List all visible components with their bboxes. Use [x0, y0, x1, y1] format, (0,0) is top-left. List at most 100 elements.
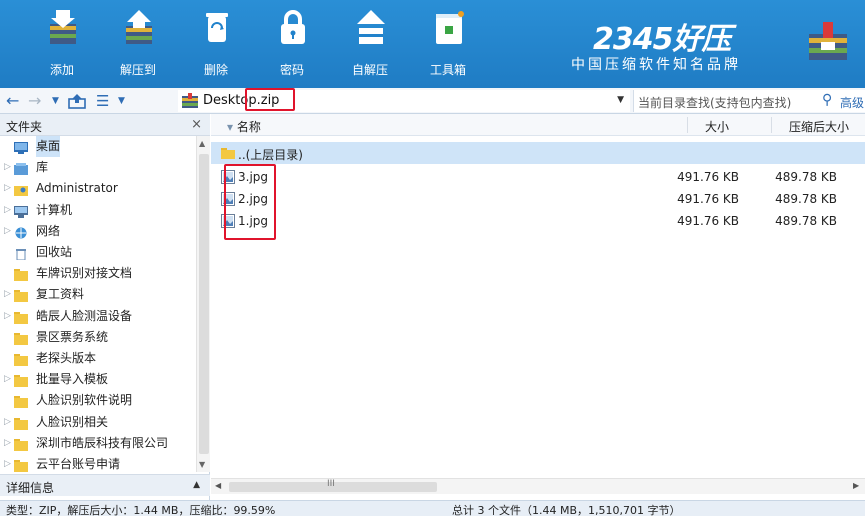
tree-item[interactable]: 桌面: [0, 136, 196, 157]
details-title: 详细信息: [6, 481, 55, 495]
scroll-down-icon[interactable]: ▼: [199, 460, 205, 469]
expand-arrow-icon[interactable]: ▷: [4, 157, 11, 178]
history-dropdown-icon[interactable]: ▼: [52, 91, 59, 111]
expand-arrow-icon[interactable]: ▷: [4, 412, 11, 433]
toolbox-icon: [436, 11, 464, 44]
expand-arrow-icon[interactable]: ▷: [4, 433, 11, 454]
back-arrow-icon[interactable]: ←: [6, 91, 19, 111]
toolbox-button[interactable]: 工具箱: [418, 0, 478, 88]
file-size: 491.76 KB: [677, 214, 739, 228]
scrollbar-grip: III: [327, 479, 335, 489]
tree-item-label: 网络: [36, 223, 61, 238]
folder-icon: [14, 267, 28, 282]
parent-directory-row[interactable]: ..(上层目录): [211, 142, 865, 164]
main-toolbar: 添加 解压到 删除 密码 自解压 工具箱 2345好压 中国压缩软件知名品牌: [0, 0, 865, 88]
advanced-search-link[interactable]: 高级: [840, 94, 864, 111]
expand-arrow-icon[interactable]: ▷: [4, 306, 11, 327]
tree-item[interactable]: 景区票务系统: [0, 327, 196, 348]
column-compressed-size[interactable]: 压缩后大小: [789, 118, 849, 135]
zip-archive-icon: [182, 93, 198, 108]
tree-item[interactable]: 人脸识别软件说明: [0, 390, 196, 411]
tree-item-label: 库: [36, 160, 49, 175]
scroll-right-icon[interactable]: ▶: [853, 481, 859, 490]
column-size[interactable]: 大小: [705, 118, 729, 135]
file-list-header: ▾ 名称 大小 压缩后大小: [211, 114, 865, 136]
lock-icon: [281, 10, 305, 44]
tree-item[interactable]: ▷ 网络: [0, 221, 196, 242]
forward-arrow-icon[interactable]: →: [28, 91, 41, 111]
file-row[interactable]: 1.jpg 491.76 KB 489.78 KB: [211, 210, 865, 232]
tree-item[interactable]: ▷ 复工资料: [0, 284, 196, 305]
tree-item[interactable]: 回收站: [0, 242, 196, 263]
scrollbar-thumb[interactable]: [199, 154, 209, 454]
tree-item-label: 批量导入模板: [36, 372, 109, 387]
tree-item[interactable]: ▷ 批量导入模板: [0, 369, 196, 390]
expand-arrow-icon[interactable]: ▷: [4, 284, 11, 305]
search-input[interactable]: 当前目录查找(支持包内查找) ⚲ 高级: [633, 90, 865, 112]
password-button[interactable]: 密码: [262, 0, 322, 88]
file-compressed-size: 489.78 KB: [775, 214, 837, 228]
self-extract-icon: [357, 10, 385, 44]
expand-arrow-icon[interactable]: ▷: [4, 221, 11, 242]
file-list-hscrollbar[interactable]: ◀ III ▶: [211, 478, 865, 494]
address-bar: ← → ▼ ☰ ▼ Desktop.zip ▼ 当前目录查找(支持包内查找) ⚲…: [0, 88, 865, 114]
user-folder-icon: [14, 182, 28, 197]
file-size: 491.76 KB: [677, 170, 739, 184]
column-divider[interactable]: [771, 117, 772, 133]
brand-logo-area: 2345好压 中国压缩软件知名品牌: [571, 14, 851, 76]
tree-item-label: 皓辰人脸测温设备: [36, 308, 133, 323]
status-total-info: 总计 3 个文件（1.44 MB，1,510,701 字节）: [452, 504, 681, 516]
view-dropdown-icon[interactable]: ▼: [118, 91, 125, 111]
close-panel-icon[interactable]: ×: [191, 117, 202, 132]
column-name[interactable]: ▾ 名称: [227, 118, 261, 135]
tree-item[interactable]: ▷ Administrator: [0, 178, 196, 199]
folder-icon: [14, 373, 28, 388]
path-dropdown-icon[interactable]: ▼: [617, 95, 624, 105]
tree-item[interactable]: ▷ 库: [0, 157, 196, 178]
folder-icon: [14, 394, 28, 409]
expand-arrow-icon[interactable]: ▷: [4, 200, 11, 221]
add-label: 添加: [49, 63, 74, 77]
folder-tree-scrollbar[interactable]: ▲ ▼: [196, 136, 210, 472]
file-row[interactable]: 2.jpg 491.76 KB 489.78 KB: [211, 188, 865, 210]
status-bar: 类型：ZIP，解压后大小：1.44 MB，压缩比：99.59% 总计 3 个文件…: [0, 500, 865, 516]
self-extract-button[interactable]: 自解压: [340, 0, 400, 88]
file-row[interactable]: 3.jpg 491.76 KB 489.78 KB: [211, 166, 865, 188]
collapse-details-icon[interactable]: ▲: [193, 480, 200, 490]
tree-item[interactable]: 车牌识别对接文档: [0, 263, 196, 284]
folder-icon: [14, 416, 28, 430]
expand-arrow-icon[interactable]: ▷: [4, 178, 11, 199]
up-folder-icon[interactable]: [68, 93, 86, 109]
tree-item[interactable]: ▷ 深圳市皓辰科技有限公司: [0, 433, 196, 454]
scroll-left-icon[interactable]: ◀: [215, 481, 221, 490]
details-panel-header[interactable]: 详细信息 ▲: [0, 474, 210, 496]
folder-icon: [14, 437, 28, 451]
tree-item[interactable]: ▷ 人脸识别相关: [0, 412, 196, 433]
tree-item-label: 云平台账号申请: [36, 457, 121, 471]
tree-item-label: 人脸识别相关: [36, 414, 109, 429]
search-icon[interactable]: ⚲: [822, 92, 832, 108]
expand-arrow-icon[interactable]: ▷: [4, 454, 11, 472]
folder-icon: [14, 288, 28, 303]
scroll-up-icon[interactable]: ▲: [199, 139, 205, 148]
view-list-icon[interactable]: ☰: [96, 91, 109, 111]
tree-item[interactable]: 老探头版本: [0, 348, 196, 369]
search-placeholder: 当前目录查找(支持包内查找): [638, 96, 792, 110]
library-icon: [14, 161, 28, 176]
tree-item[interactable]: ▷ 云平台账号申请: [0, 454, 196, 472]
add-button[interactable]: 添加: [32, 0, 92, 88]
status-archive-info: 类型：ZIP，解压后大小：1.44 MB，压缩比：99.59%: [6, 504, 276, 516]
delete-button[interactable]: 删除: [186, 0, 246, 88]
desktop-icon: [14, 140, 28, 154]
recycle-bin-icon: [14, 246, 28, 261]
folder-tree: 桌面 ▷ 库 ▷ Administrator ▷ 计算机 ▷ 网络 回收站 车牌识别对接文档 ▷ 复工资…: [0, 136, 196, 472]
expand-arrow-icon[interactable]: ▷: [4, 369, 11, 390]
folder-icon: [14, 310, 28, 324]
extract-to-button[interactable]: 解压到: [108, 0, 168, 88]
brand-subtitle: 中国压缩软件知名品牌: [571, 57, 741, 73]
column-divider[interactable]: [687, 117, 688, 133]
delete-label: 删除: [203, 63, 228, 77]
tree-item[interactable]: ▷ 计算机: [0, 200, 196, 221]
extract-to-icon: [126, 10, 152, 44]
tree-item[interactable]: ▷ 皓辰人脸测温设备: [0, 306, 196, 327]
